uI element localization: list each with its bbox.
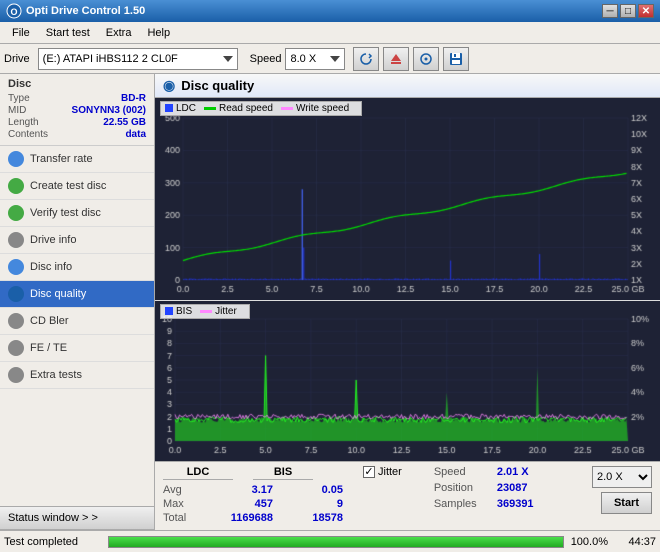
menu-start-test[interactable]: Start test xyxy=(38,25,98,41)
start-button[interactable]: Start xyxy=(601,492,652,514)
avg-bis-val: 0.05 xyxy=(293,484,343,496)
samples-val: 369391 xyxy=(497,498,534,510)
left-panel: Disc Type BD-R MID SONYNN3 (002) Length … xyxy=(0,74,155,530)
save-button[interactable] xyxy=(443,47,469,71)
nav-drive-info[interactable]: Drive info xyxy=(0,227,154,254)
max-bis-val: 9 xyxy=(293,498,343,510)
drive-label: Drive xyxy=(4,53,30,65)
right-content: ◉ Disc quality LDC Read speed xyxy=(155,74,660,530)
create-icon xyxy=(8,178,24,194)
close-button[interactable]: ✕ xyxy=(638,4,654,18)
chart-container: LDC Read speed Write speed xyxy=(155,98,660,461)
total-ldc-val: 1169688 xyxy=(223,512,273,524)
title-bar: O Opti Drive Control 1.50 ─ □ ✕ xyxy=(0,0,660,22)
nav-verify-test-disc[interactable]: Verify test disc xyxy=(0,200,154,227)
menu-help[interactable]: Help xyxy=(139,25,178,41)
bottom-status-bar: Test completed 100.0% 44:37 xyxy=(0,530,660,552)
drive-bar: Drive (E:) ATAPI iHBS112 2 CL0F Speed 8.… xyxy=(0,44,660,74)
nav-extra-tests[interactable]: Extra tests xyxy=(0,362,154,389)
bis-legend: BIS xyxy=(165,306,192,317)
app-icon: O xyxy=(6,3,22,19)
total-label: Total xyxy=(163,512,203,524)
maximize-button[interactable]: □ xyxy=(620,4,636,18)
avg-ldc-val: 3.17 xyxy=(223,484,273,496)
menu-file[interactable]: File xyxy=(4,25,38,41)
speed-select-stats[interactable]: 2.0 X xyxy=(592,466,652,488)
ldc-column-header: LDC xyxy=(163,466,233,480)
bis-column-header: BIS xyxy=(253,466,313,480)
svg-text:O: O xyxy=(10,7,17,17)
avg-label: Avg xyxy=(163,484,203,496)
extra-icon xyxy=(8,367,24,383)
position-label: Position xyxy=(434,482,489,494)
speed-label: Speed xyxy=(250,53,282,65)
disc-quality-title: Disc quality xyxy=(181,78,254,93)
nav-transfer-rate[interactable]: Transfer rate xyxy=(0,146,154,173)
samples-label: Samples xyxy=(434,498,489,510)
speed-stat-val: 2.01 X xyxy=(497,466,529,478)
progress-bar xyxy=(108,536,564,548)
ldc-legend: LDC xyxy=(165,103,196,114)
speed-select[interactable]: 8.0 X xyxy=(285,48,345,70)
refresh-button[interactable] xyxy=(353,47,379,71)
transfer-icon xyxy=(8,151,24,167)
disc-row-mid: MID SONYNN3 (002) xyxy=(8,105,146,116)
eject-button[interactable] xyxy=(383,47,409,71)
verify-icon xyxy=(8,205,24,221)
disc-row-contents: Contents data xyxy=(8,129,146,140)
menu-extra[interactable]: Extra xyxy=(98,25,140,41)
top-chart: LDC Read speed Write speed xyxy=(155,98,660,301)
nav-disc-info[interactable]: Disc info xyxy=(0,254,154,281)
time-display: 44:37 xyxy=(616,536,656,548)
drive-info-icon xyxy=(8,232,24,248)
fete-nav-icon xyxy=(8,340,24,356)
jitter-checkbox-row: ✓ Jitter xyxy=(363,466,402,478)
nav-disc-quality[interactable]: Disc quality xyxy=(0,281,154,308)
disc-quality-header: ◉ Disc quality xyxy=(155,74,660,98)
disc-section-title: Disc xyxy=(8,78,146,90)
status-window-button[interactable]: Status window > > xyxy=(0,506,154,530)
disc-section: Disc Type BD-R MID SONYNN3 (002) Length … xyxy=(0,74,154,146)
quality-header-icon: ◉ xyxy=(163,77,175,94)
main-area: Disc Type BD-R MID SONYNN3 (002) Length … xyxy=(0,74,660,530)
position-val: 23087 xyxy=(497,482,528,494)
bottom-chart-canvas xyxy=(155,301,660,461)
read-speed-legend: Read speed xyxy=(204,103,273,114)
max-label: Max xyxy=(163,498,203,510)
quality-nav-icon xyxy=(8,286,24,302)
top-chart-canvas xyxy=(155,98,660,300)
jitter-label: Jitter xyxy=(378,466,402,478)
app-title: Opti Drive Control 1.50 xyxy=(26,5,145,17)
bler-icon xyxy=(8,313,24,329)
progress-percent: 100.0% xyxy=(568,536,608,548)
bottom-chart: BIS Jitter xyxy=(155,301,660,461)
progress-fill xyxy=(109,537,563,547)
nav-create-test-disc[interactable]: Create test disc xyxy=(0,173,154,200)
jitter-legend: Jitter xyxy=(200,306,237,317)
jitter-checkbox[interactable]: ✓ xyxy=(363,466,375,478)
minimize-button[interactable]: ─ xyxy=(602,4,618,18)
nav-cd-bler[interactable]: CD Bler xyxy=(0,308,154,335)
menu-bar: File Start test Extra Help xyxy=(0,22,660,44)
max-ldc-val: 457 xyxy=(223,498,273,510)
media-button[interactable] xyxy=(413,47,439,71)
test-completed-text: Test completed xyxy=(4,536,104,548)
write-speed-legend: Write speed xyxy=(281,103,349,114)
total-bis-val: 18578 xyxy=(293,512,343,524)
disc-info-icon xyxy=(8,259,24,275)
disc-row-type: Type BD-R xyxy=(8,93,146,104)
speed-stat-label: Speed xyxy=(434,466,489,478)
nav-fe-te[interactable]: FE / TE xyxy=(0,335,154,362)
stats-row: LDC BIS Avg 3.17 0.05 Max 457 9 Total 11… xyxy=(155,461,660,530)
drive-select[interactable]: (E:) ATAPI iHBS112 2 CL0F xyxy=(38,48,238,70)
disc-row-length: Length 22.55 GB xyxy=(8,117,146,128)
